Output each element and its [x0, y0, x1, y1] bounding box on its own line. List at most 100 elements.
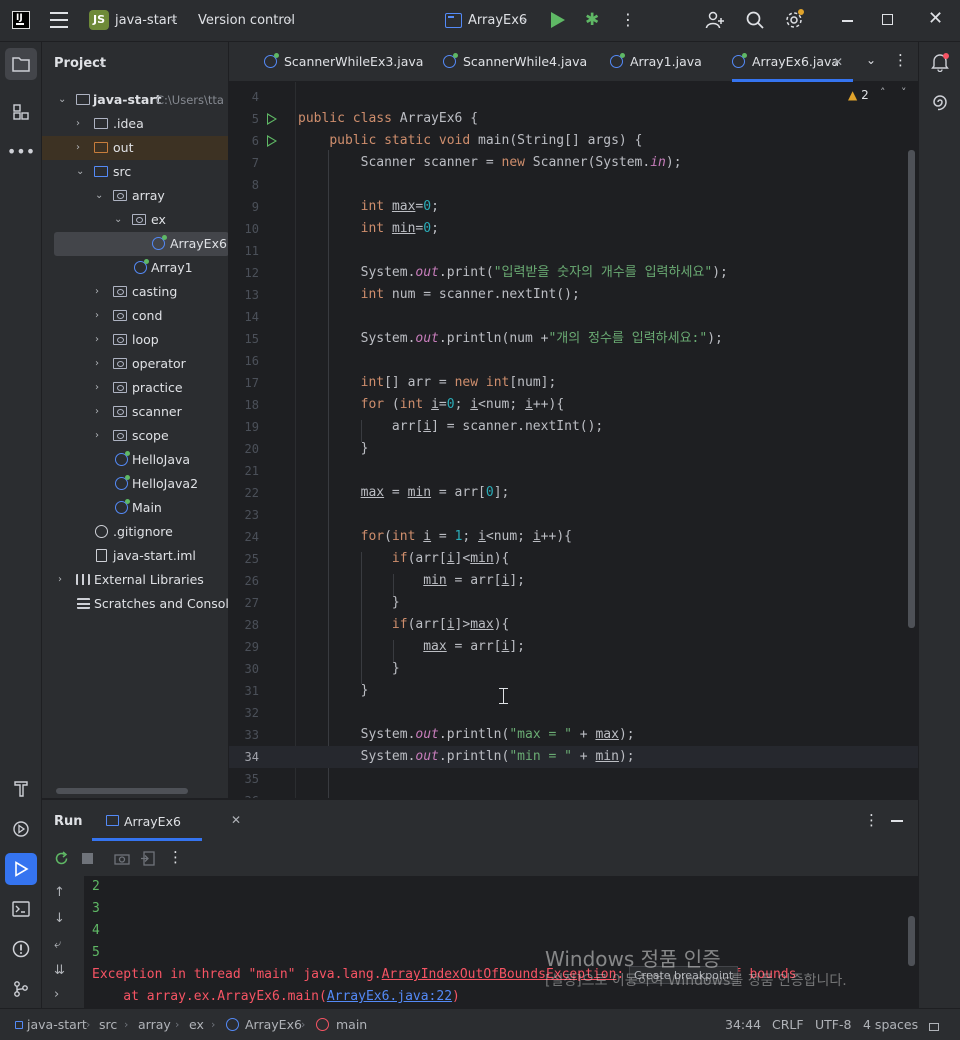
version-control-menu[interactable]: Version control [198, 13, 295, 28]
tree-node-ex[interactable]: ⌄ ex [42, 208, 228, 232]
tree-node-loop[interactable]: › loop [42, 328, 228, 352]
chevron-right-icon[interactable]: › [54, 987, 59, 1002]
chevron-right-icon[interactable]: › [95, 352, 99, 376]
tree-node-java-start[interactable]: ⌄ java-start C:\Users\tta [42, 88, 228, 112]
more-actions-icon[interactable]: ⋮ [620, 10, 636, 29]
add-user-icon[interactable] [705, 10, 725, 30]
close-window-button[interactable]: ✕ [928, 8, 943, 29]
ai-assistant-spiral-icon[interactable] [930, 92, 950, 112]
search-icon[interactable] [745, 10, 765, 30]
tree-node-practice[interactable]: › practice [42, 376, 228, 400]
code-editor[interactable]: ▲ 2 ˄ ˅ 4 5 public class ArrayEx6 { 6 pub… [229, 82, 918, 798]
project-badge[interactable]: JS [89, 10, 109, 30]
git-icon[interactable] [5, 973, 37, 1005]
tree-node-hellojava2[interactable]: HelloJava2 [42, 472, 228, 496]
tree-node-main[interactable]: Main [42, 496, 228, 520]
hide-panel-button[interactable] [891, 820, 903, 822]
restore-layout-icon[interactable] [140, 851, 155, 866]
run-gutter-icon[interactable] [267, 135, 277, 147]
chevron-right-icon[interactable]: › [95, 424, 99, 448]
tree-node-src[interactable]: ⌄ src [42, 160, 228, 184]
code-text: for (int i=0; i<num; i++){ [360, 397, 565, 412]
run-tab-arrayex6[interactable]: ArrayEx6 ✕ [92, 800, 241, 840]
notifications-bell-icon[interactable] [930, 52, 950, 72]
stop-icon[interactable] [82, 853, 93, 864]
chevron-right-icon[interactable]: › [95, 328, 99, 352]
terminal-icon[interactable] [5, 893, 37, 925]
main-menu-icon[interactable] [50, 12, 68, 28]
tree-node-arrayex6[interactable]: ArrayEx6 [54, 232, 228, 256]
tree-node-external-libraries[interactable]: › External Libraries [42, 568, 228, 592]
tree-node-gitignore[interactable]: .gitignore [42, 520, 228, 544]
caret-position[interactable]: 34:44 [725, 1017, 761, 1032]
breadcrumb-ex[interactable]: ex [189, 1017, 204, 1032]
breadcrumb-java-start[interactable]: java-start [27, 1017, 87, 1032]
tree-node-operator[interactable]: › operator [42, 352, 228, 376]
tree-node-casting[interactable]: › casting [42, 280, 228, 304]
tree-node-out[interactable]: › out [42, 136, 228, 160]
breadcrumb-main[interactable]: main [336, 1017, 367, 1032]
breadcrumb-src[interactable]: src [99, 1017, 117, 1032]
arrow-up-icon[interactable]: ↑ [54, 885, 65, 900]
chevron-down-icon[interactable]: ⌄ [520, 12, 529, 25]
editor-vertical-scrollbar[interactable] [908, 150, 915, 628]
tree-node-idea[interactable]: › .idea [42, 112, 228, 136]
breadcrumb-array[interactable]: array [138, 1017, 171, 1032]
run-gutter-icon[interactable] [267, 113, 277, 125]
more-actions-icon[interactable]: ⋮ [168, 848, 183, 866]
project-switcher[interactable]: java-start [115, 13, 177, 28]
chevron-down-icon[interactable]: ⌄ [169, 12, 178, 25]
more-actions-icon[interactable]: ⋮ [893, 51, 908, 69]
tree-node-iml[interactable]: java-start.iml [42, 544, 228, 568]
rerun-icon[interactable] [54, 851, 69, 866]
run-button[interactable] [551, 12, 565, 28]
run-config-selector[interactable]: ArrayEx6 [468, 13, 527, 28]
problems-icon[interactable] [5, 933, 37, 965]
chevron-down-icon[interactable]: ⌄ [866, 53, 876, 67]
chevron-down-icon[interactable]: ⌄ [58, 88, 66, 112]
arrow-down-icon[interactable]: ↓ [54, 911, 65, 926]
scroll-to-end-icon[interactable]: ⇊ [54, 963, 65, 978]
tree-node-array1[interactable]: Array1 [42, 256, 228, 280]
console-vertical-scrollbar[interactable] [908, 916, 915, 966]
chevron-right-icon[interactable]: › [95, 280, 99, 304]
indent-setting[interactable]: 4 spaces [863, 1017, 918, 1032]
tree-node-hellojava[interactable]: HelloJava [42, 448, 228, 472]
chevron-right-icon[interactable]: › [76, 112, 80, 136]
tree-node-scanner[interactable]: › scanner [42, 400, 228, 424]
soft-wrap-icon[interactable]: ⤶ [54, 937, 61, 952]
more-tools-icon[interactable]: ••• [5, 136, 37, 168]
close-tab-icon[interactable]: ✕ [833, 42, 843, 82]
chevron-right-icon[interactable]: › [95, 400, 99, 424]
unlock-icon[interactable] [929, 1023, 939, 1031]
chevron-down-icon[interactable]: ⌄ [97, 56, 106, 69]
debug-button[interactable]: ✱ [585, 10, 599, 30]
project-horizontal-scrollbar[interactable] [56, 788, 188, 794]
chevron-down-icon[interactable]: ⌄ [285, 12, 294, 25]
services-icon[interactable] [5, 813, 37, 845]
close-tab-icon[interactable]: ✕ [231, 813, 241, 827]
build-hammer-icon[interactable] [5, 772, 37, 804]
file-encoding[interactable]: UTF-8 [815, 1017, 851, 1032]
chevron-down-icon[interactable]: ⌄ [114, 208, 122, 232]
tree-node-cond[interactable]: › cond [42, 304, 228, 328]
minimize-button[interactable] [842, 20, 853, 22]
chevron-right-icon[interactable]: › [95, 304, 99, 328]
chevron-right-icon[interactable]: › [95, 376, 99, 400]
line-separator[interactable]: CRLF [772, 1017, 804, 1032]
breadcrumb-arrayex6[interactable]: ArrayEx6 [245, 1017, 302, 1032]
chevron-down-icon[interactable]: ⌄ [95, 184, 103, 208]
project-tool-button[interactable] [5, 48, 37, 80]
tree-node-scratches[interactable]: Scratches and Consoles [42, 592, 228, 616]
structure-tool-button[interactable] [5, 96, 37, 128]
more-actions-icon[interactable]: ⋮ [864, 811, 879, 829]
source-location-link[interactable]: ArrayEx6.java:22 [327, 989, 452, 1004]
chevron-right-icon[interactable]: › [58, 568, 62, 592]
tree-node-scope[interactable]: › scope [42, 424, 228, 448]
tree-node-array[interactable]: ⌄ array [42, 184, 228, 208]
maximize-button[interactable] [882, 14, 893, 25]
run-tool-button[interactable] [5, 853, 37, 885]
camera-icon[interactable] [114, 852, 130, 865]
chevron-down-icon[interactable]: ⌄ [76, 160, 84, 184]
chevron-right-icon[interactable]: › [76, 136, 80, 160]
